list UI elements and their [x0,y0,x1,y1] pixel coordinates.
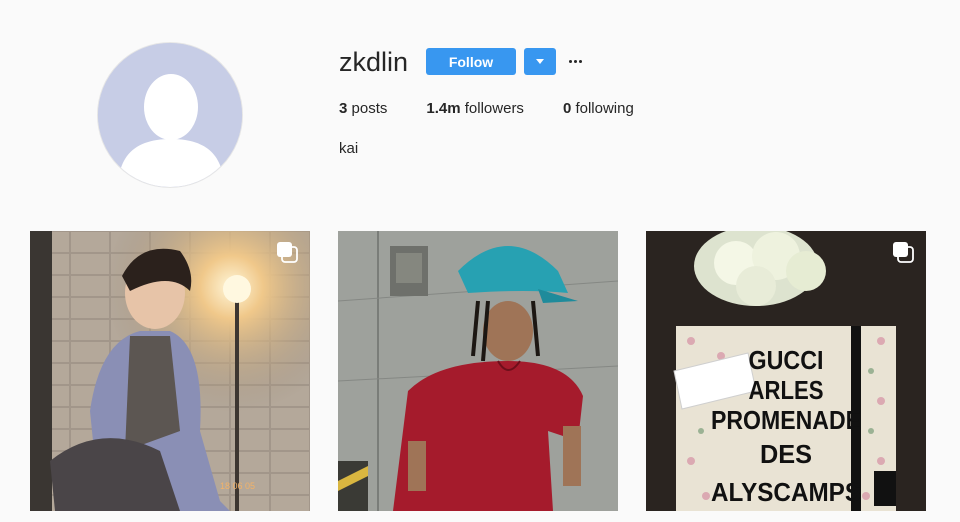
multiple-photos-icon [277,242,298,263]
post-thumbnail-3[interactable]: GUCCI ARLES PROMENADE DES ALYSCAMPS [646,231,926,511]
post-image-2 [338,231,618,511]
post-thumbnail-1[interactable]: 18 06 05 [30,231,310,511]
sign-line-1: GUCCI [749,345,824,375]
multiple-photos-icon [893,242,914,263]
sign-line-5: ALYSCAMPS [711,477,861,507]
followers-count: 1.4m [426,100,461,117]
chevron-down-icon [536,59,544,64]
follow-button[interactable]: Follow [426,48,516,75]
following-stat[interactable]: 0 following [563,99,634,119]
more-options-button[interactable] [564,50,586,72]
posts-label: posts [347,100,388,117]
posts-stat: 3 posts [339,99,387,119]
post-image-1: 18 06 05 [30,231,310,511]
photo-date-stamp: 18 06 05 [220,481,255,491]
ellipsis-icon [568,59,572,63]
profile-username: zkdlin [339,47,409,77]
default-user-icon [98,43,242,187]
followers-label: followers [460,100,524,117]
sign-line-4: DES [760,439,812,469]
sign-line-2: ARLES [749,375,824,405]
post-image-3: GUCCI ARLES PROMENADE DES ALYSCAMPS [646,231,926,511]
sign-line-3: PROMENADE [711,405,861,435]
profile-avatar[interactable] [97,42,243,188]
profile-bio: kai [339,140,359,157]
posts-grid: 18 06 05 GUCCI ARLES PROMENADE DES ALYSC… [30,231,926,511]
following-label: following [571,100,634,117]
followers-stat[interactable]: 1.4m followers [426,99,524,119]
profile-stats: 3 posts 1.4m followers 0 following [339,99,673,119]
post-thumbnail-2[interactable] [338,231,618,511]
suggestions-dropdown-button[interactable] [524,48,556,75]
